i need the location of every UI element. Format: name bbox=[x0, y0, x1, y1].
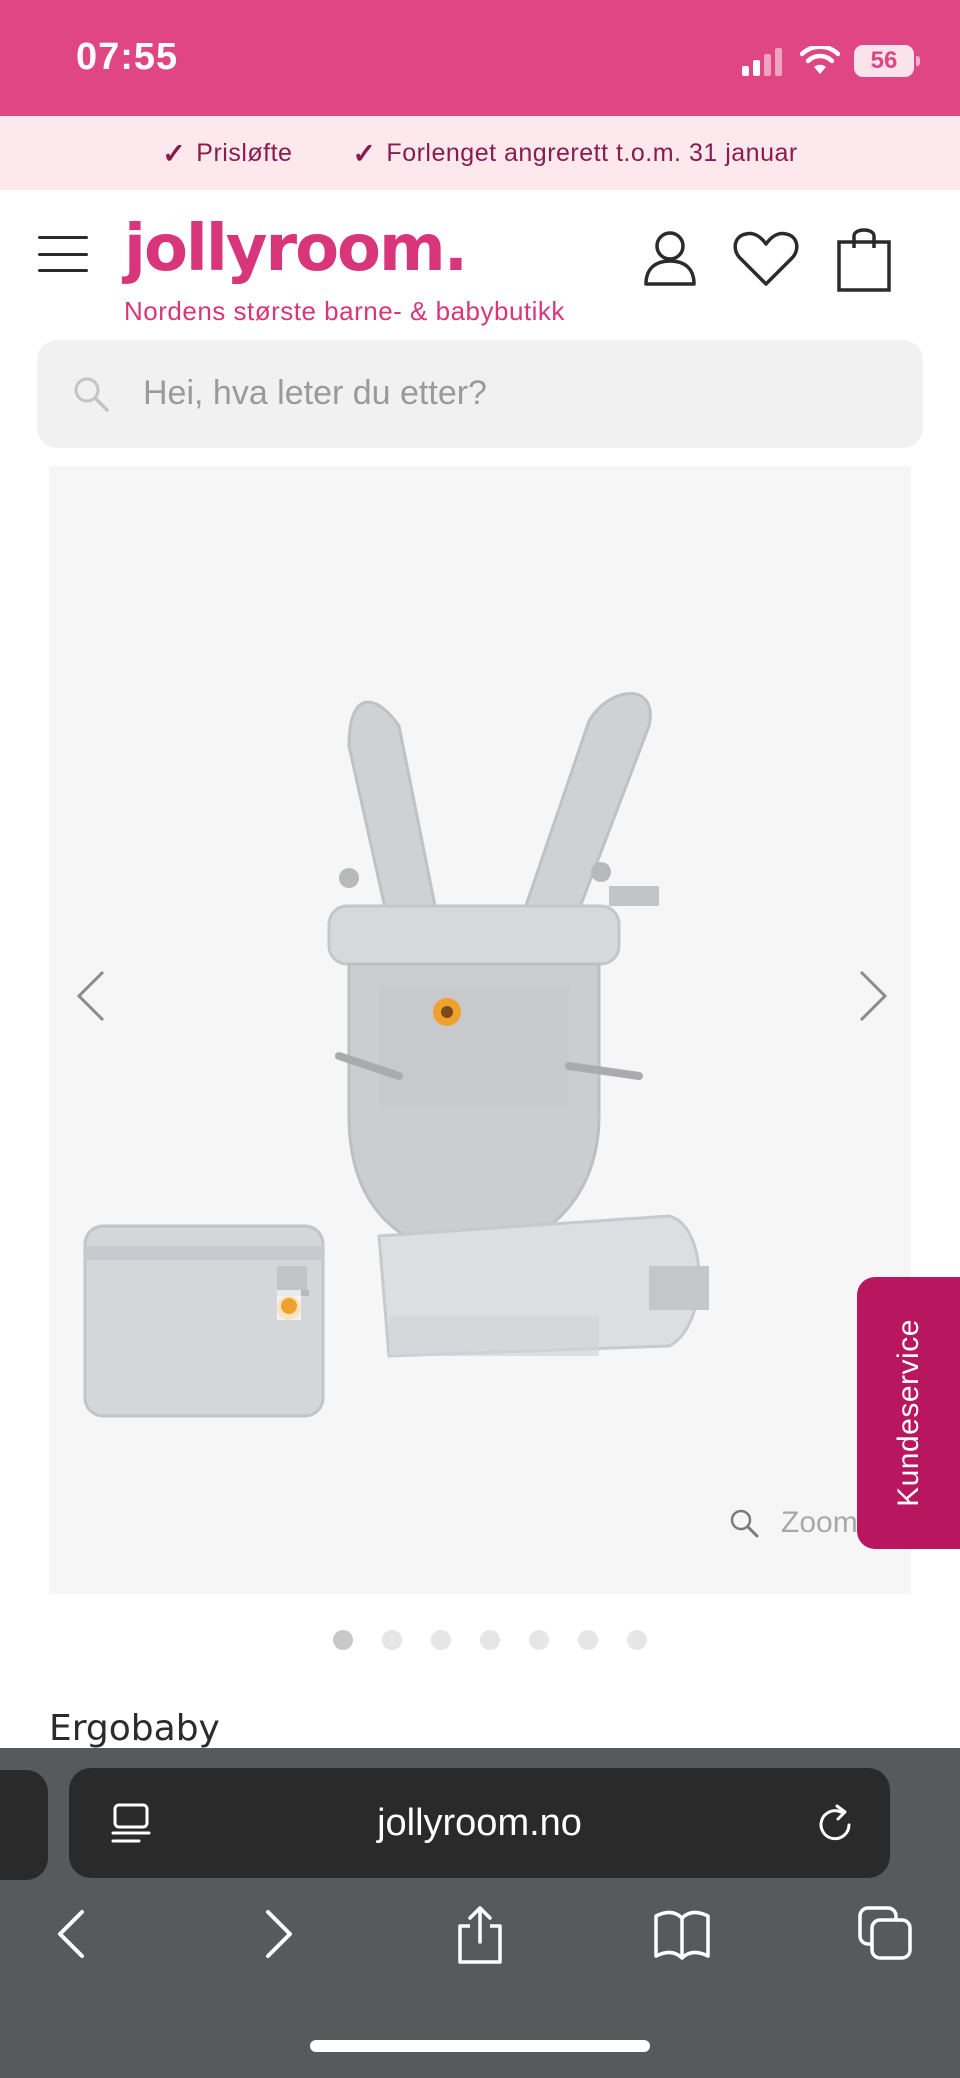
promo-label: Prisløfte bbox=[196, 138, 293, 167]
address-bar[interactable]: jollyroom.no bbox=[69, 1768, 890, 1878]
home-indicator bbox=[310, 2040, 650, 2052]
site-header: jollyroom. Nordens største barne- & baby… bbox=[0, 190, 960, 340]
browser-nav-row bbox=[0, 1904, 960, 1984]
previous-tab-preview[interactable] bbox=[0, 1770, 48, 1880]
browser-toolbar: jollyroom.no bbox=[0, 1748, 960, 2078]
checkmark-icon: ✓ bbox=[162, 137, 187, 169]
status-icons: 56 bbox=[742, 40, 920, 82]
checkmark-icon: ✓ bbox=[352, 137, 377, 169]
gallery-dot[interactable] bbox=[382, 1630, 402, 1650]
zoom-magnifier-icon bbox=[730, 1509, 759, 1538]
shopping-bag-icon[interactable] bbox=[834, 224, 894, 294]
search-icon bbox=[74, 377, 109, 412]
gallery-dot[interactable] bbox=[431, 1630, 451, 1650]
status-bar: 07:55 56 bbox=[0, 0, 960, 116]
wishlist-heart-icon[interactable] bbox=[732, 226, 800, 290]
promo-item-return-policy[interactable]: ✓ Forlenget angrerett t.o.m. 31 januar bbox=[352, 137, 797, 170]
product-image-gallery[interactable]: Zoom bbox=[49, 466, 911, 1594]
search-input[interactable]: Hei, hva leter du etter? bbox=[37, 340, 923, 448]
share-icon[interactable] bbox=[450, 1904, 510, 1964]
battery-indicator: 56 bbox=[854, 45, 920, 77]
forward-arrow-icon[interactable] bbox=[248, 1904, 308, 1964]
site-logo[interactable]: jollyroom. bbox=[124, 212, 468, 286]
product-brand[interactable]: Ergobaby bbox=[49, 1708, 220, 1749]
gallery-dot[interactable] bbox=[480, 1630, 500, 1650]
customer-service-label: Kundeservice bbox=[891, 1319, 925, 1507]
gallery-dot[interactable] bbox=[333, 1630, 353, 1650]
pouch-image bbox=[83, 1224, 325, 1418]
bookmarks-icon[interactable] bbox=[652, 1904, 712, 1964]
zoom-button[interactable]: Zoom bbox=[729, 1506, 858, 1540]
promo-strip: ✓ Prisløfte ✓ Forlenget angrerett t.o.m.… bbox=[0, 116, 960, 190]
menu-icon[interactable] bbox=[38, 236, 88, 272]
customer-service-tab[interactable]: Kundeservice bbox=[857, 1277, 960, 1549]
previous-image-arrow-icon[interactable] bbox=[71, 966, 111, 1026]
next-image-arrow-icon[interactable] bbox=[853, 966, 893, 1026]
account-icon[interactable] bbox=[638, 226, 702, 290]
search-placeholder: Hei, hva leter du etter? bbox=[143, 374, 487, 412]
back-arrow-icon[interactable] bbox=[42, 1904, 102, 1964]
wifi-icon bbox=[800, 46, 840, 74]
promo-item-price-promise[interactable]: ✓ Prisløfte bbox=[162, 137, 292, 170]
site-tagline: Nordens største barne- & babybutikk bbox=[124, 296, 565, 326]
cellular-signal-icon bbox=[742, 48, 782, 76]
status-time: 07:55 bbox=[76, 36, 179, 78]
reload-icon[interactable] bbox=[815, 1803, 857, 1845]
gallery-pagination bbox=[333, 1630, 647, 1650]
promo-label: Forlenget angrerett t.o.m. 31 januar bbox=[386, 138, 798, 167]
product-image bbox=[83, 692, 709, 1418]
gallery-dot[interactable] bbox=[529, 1630, 549, 1650]
url-text: jollyroom.no bbox=[377, 1802, 582, 1844]
zoom-label: Zoom bbox=[781, 1506, 858, 1539]
gallery-dot[interactable] bbox=[627, 1630, 647, 1650]
gallery-dot[interactable] bbox=[578, 1630, 598, 1650]
tabs-overview-icon[interactable] bbox=[856, 1904, 916, 1964]
